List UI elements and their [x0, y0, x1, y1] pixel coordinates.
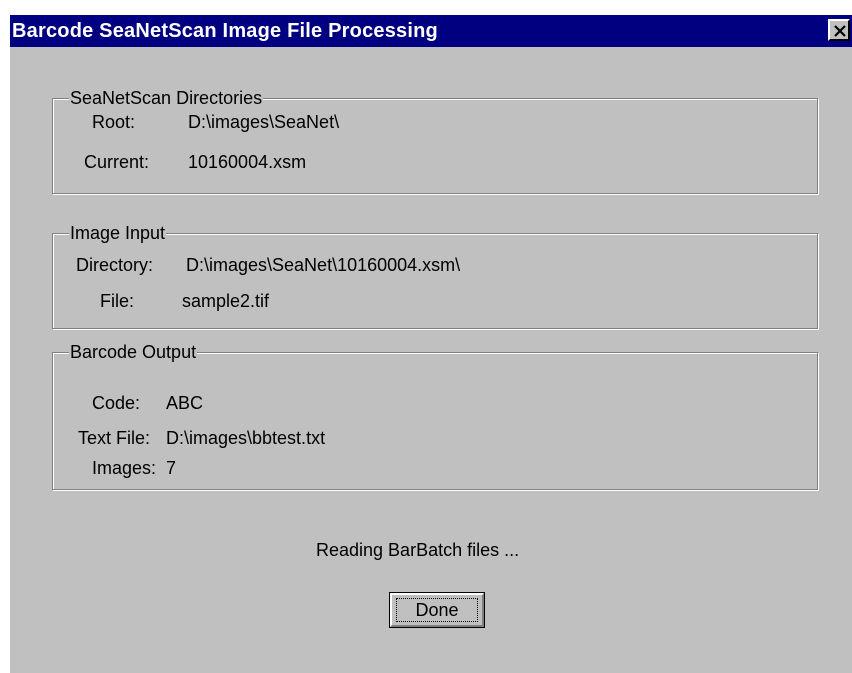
status-text: Reading BarBatch files ... — [316, 540, 520, 560]
file-value: sample2.tif — [182, 291, 270, 311]
directories-group: SeaNetScan Directories Root: D:\images\S… — [52, 87, 818, 194]
image-input-group: Image Input Directory: D:\images\SeaNet\… — [52, 222, 818, 329]
window-title: Barcode SeaNetScan Image File Processing — [12, 20, 438, 42]
text-file-label: Text File: — [78, 428, 151, 448]
code-label: Code: — [92, 393, 141, 413]
code-value: ABC — [166, 393, 204, 413]
close-icon — [834, 25, 846, 37]
current-value: 10160004.xsm — [188, 152, 307, 172]
current-label: Current: — [84, 152, 150, 172]
barcode-output-legend: Barcode Output — [69, 341, 198, 363]
text-file-value: D:\images\bbtest.txt — [166, 428, 326, 448]
file-label: File: — [100, 291, 135, 311]
directories-legend: SeaNetScan Directories — [69, 87, 264, 109]
title-bar[interactable]: Barcode SeaNetScan Image File Processing — [10, 15, 852, 47]
root-value: D:\images\SeaNet\ — [188, 112, 340, 132]
images-label: Images: — [92, 458, 157, 478]
done-button[interactable]: Done — [389, 592, 485, 628]
directory-label: Directory: — [76, 255, 154, 275]
root-label: Root: — [92, 112, 136, 132]
done-button-label: Done — [415, 600, 459, 620]
image-input-legend: Image Input — [69, 222, 167, 244]
images-value: 7 — [166, 458, 177, 478]
close-button[interactable] — [828, 19, 850, 41]
directory-value: D:\images\SeaNet\10160004.xsm\ — [186, 255, 461, 275]
barcode-output-group: Barcode Output Code: ABC Text File: D:\i… — [52, 341, 818, 490]
dialog-window: Barcode SeaNetScan Image File Processing… — [10, 15, 852, 673]
